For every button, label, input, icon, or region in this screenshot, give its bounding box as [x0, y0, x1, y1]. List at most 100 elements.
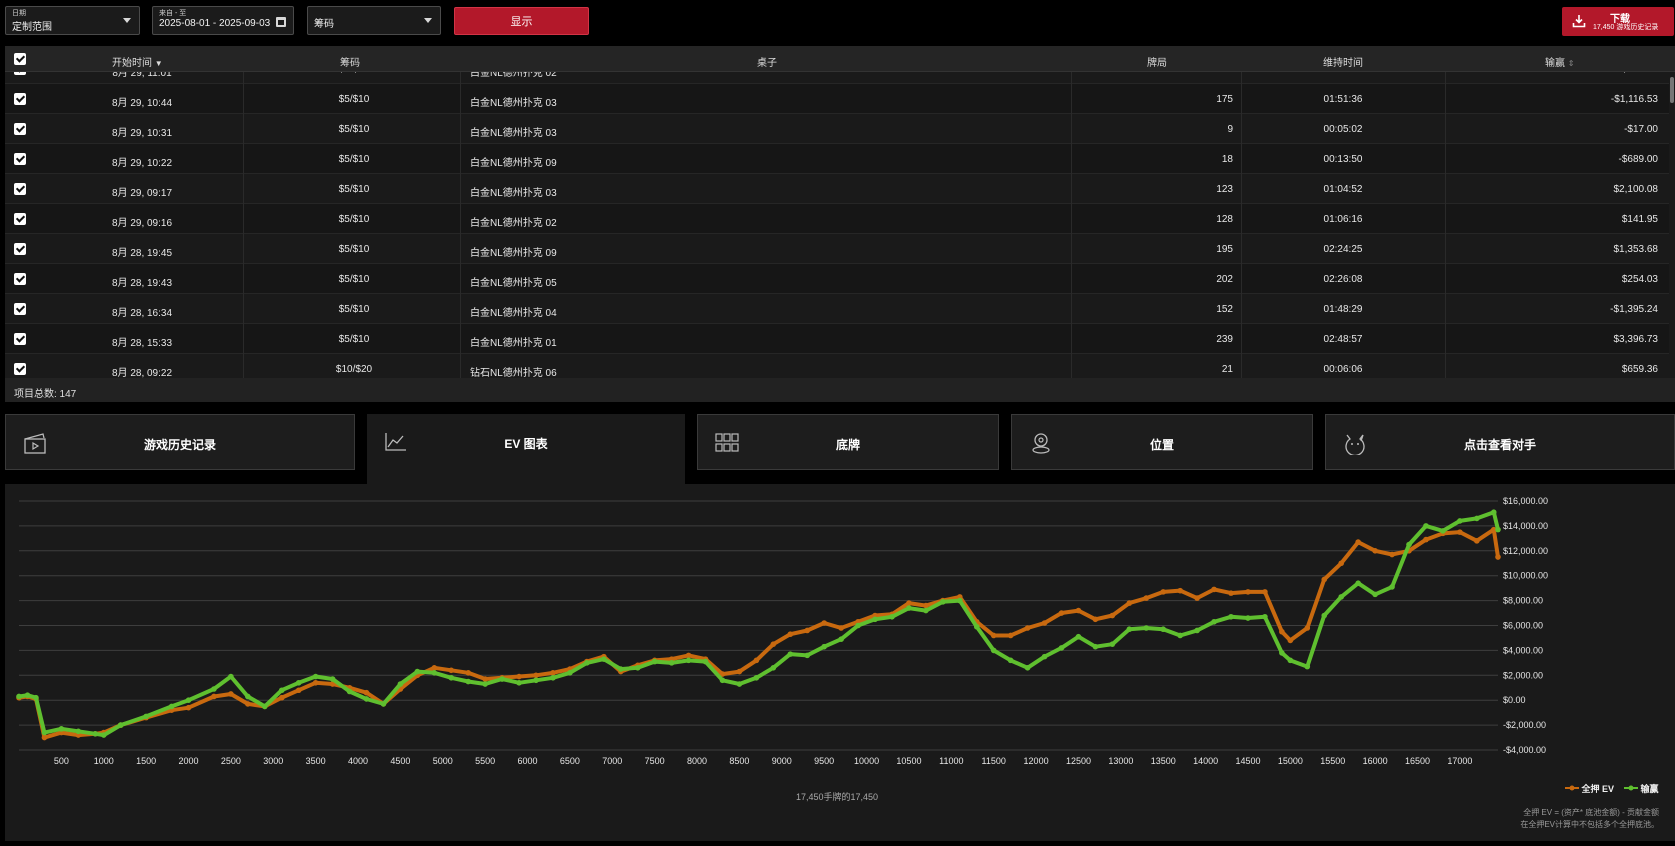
data-point-winnings	[753, 674, 760, 681]
row-checkbox[interactable]	[14, 72, 26, 75]
data-point-winnings	[1338, 594, 1345, 600]
column-divider	[1445, 144, 1446, 174]
header-start-time[interactable]: 开始时间 ▼	[112, 54, 163, 69]
data-point-winnings	[584, 660, 590, 666]
cell-stakes: $5/$10	[338, 94, 370, 105]
column-divider	[1445, 264, 1446, 294]
cell-stakes: $5/$10	[338, 244, 370, 255]
table-scrollbar[interactable]	[1669, 72, 1675, 378]
row-checkbox[interactable]	[14, 243, 26, 255]
data-point-winnings	[550, 674, 556, 681]
tab-label: 游戏历史记录	[143, 438, 216, 452]
data-point-winnings	[1109, 641, 1116, 647]
data-point-ev	[533, 672, 539, 679]
column-divider	[1071, 354, 1072, 378]
data-point-winnings	[838, 636, 844, 642]
header-result[interactable]: 输赢 ⇕	[1545, 54, 1574, 69]
data-point-ev	[1058, 610, 1065, 616]
column-divider	[1071, 174, 1072, 204]
cell-table: 白金NL德州扑克 09	[470, 158, 557, 169]
column-divider	[1241, 72, 1242, 84]
x-tick-label: 15500	[1320, 756, 1345, 766]
table-row[interactable]: 8月 29, 10:44 $5/$10 白金NL德州扑克 03 175 01:51:36…	[5, 84, 1669, 114]
stakes-select[interactable]: 筹码	[307, 6, 441, 35]
legend-ev[interactable]: 全押 EV	[1565, 782, 1614, 795]
row-checkbox[interactable]	[14, 93, 26, 105]
row-checkbox[interactable]	[14, 303, 26, 315]
tab-position[interactable]: 位置	[1011, 414, 1313, 470]
header-table[interactable]: 桌子	[757, 54, 777, 69]
table-row[interactable]: 8月 29, 11:01 $5/$10 白金NL德州扑克 02 48 00:29:12 $…	[5, 72, 1669, 84]
date-range-input[interactable]: 来自 - 至 2025-08-01 - 2025-09-03	[152, 6, 294, 35]
data-point-ev	[906, 600, 912, 606]
row-checkbox[interactable]	[14, 363, 26, 375]
legend-winnings[interactable]: 输赢	[1624, 782, 1659, 795]
table-row[interactable]: 8月 28, 15:33 $5/$10 白金NL德州扑克 01 239 02:48:57…	[5, 324, 1669, 354]
data-point-ev	[838, 625, 844, 631]
data-point-ev	[1262, 589, 1268, 595]
row-checkbox[interactable]	[14, 153, 26, 165]
data-point-winnings	[100, 732, 107, 738]
column-divider	[1071, 264, 1072, 294]
column-divider	[1071, 72, 1072, 84]
cell-result: $1,353.68	[1613, 244, 1659, 255]
tab-opponents[interactable]: 点击查看对手	[1325, 414, 1675, 470]
data-point-winnings	[1024, 665, 1031, 671]
cell-stakes: $5/$10	[339, 72, 370, 75]
data-point-ev	[1279, 628, 1285, 635]
row-checkbox[interactable]	[14, 273, 26, 285]
x-tick-label: 9500	[814, 756, 834, 766]
data-point-ev	[753, 657, 760, 664]
data-point-winnings	[1304, 663, 1311, 670]
calendar-icon[interactable]	[276, 17, 286, 27]
data-point-winnings	[1495, 526, 1501, 533]
y-tick-label: $10,000.00	[1503, 571, 1548, 581]
data-point-ev	[312, 679, 319, 686]
tab-ev-chart[interactable]: EV 图表	[367, 414, 685, 484]
row-checkbox[interactable]	[14, 123, 26, 135]
data-point-winnings	[906, 605, 912, 611]
x-tick-label: 6500	[560, 756, 580, 766]
row-checkbox[interactable]	[14, 213, 26, 225]
data-point-ev	[1024, 625, 1031, 631]
date-select[interactable]: 日期 定制范围	[5, 6, 140, 35]
x-tick-label: 500	[54, 756, 69, 766]
table-row[interactable]: 8月 28, 19:45 $5/$10 白金NL德州扑克 09 195 02:24:25…	[5, 234, 1669, 264]
data-point-winnings	[278, 687, 285, 694]
data-point-winnings	[1321, 612, 1328, 619]
header-stakes[interactable]: 筹码	[340, 54, 360, 69]
data-point-ev	[550, 670, 556, 676]
data-point-ev	[41, 734, 48, 741]
tab-label: 点击查看对手	[1463, 438, 1536, 452]
data-point-winnings	[872, 616, 878, 623]
data-point-winnings	[1440, 528, 1446, 534]
table-row[interactable]: 8月 29, 09:17 $5/$10 白金NL德州扑克 03 123 01:04:52…	[5, 174, 1669, 204]
cell-result: -$1,395.24	[1610, 304, 1658, 315]
download-button[interactable]: 下载 17,450 游戏历史记录	[1562, 7, 1674, 36]
scrollbar-thumb[interactable]	[1670, 77, 1674, 103]
x-tick-label: 4000	[348, 756, 368, 766]
header-duration[interactable]: 维持时间	[1323, 54, 1363, 69]
table-row[interactable]: 8月 29, 10:22 $5/$10 白金NL德州扑克 09 18 00:13:50 -…	[5, 144, 1669, 174]
select-all-checkbox[interactable]	[14, 53, 26, 65]
data-point-winnings	[380, 701, 387, 707]
header-hands[interactable]: 牌局	[1147, 54, 1167, 69]
data-point-ev	[1177, 587, 1183, 594]
table-row[interactable]: 8月 29, 10:31 $5/$10 白金NL德州扑克 03 9 00:05:02 -$…	[5, 114, 1669, 144]
cell-hands: 21	[1221, 364, 1233, 375]
table-row[interactable]: 8月 29, 09:16 $5/$10 白金NL德州扑克 02 128 01:06:16…	[5, 204, 1669, 234]
table-row[interactable]: 8月 28, 19:43 $5/$10 白金NL德州扑克 05 202 02:26:08…	[5, 264, 1669, 294]
row-checkbox[interactable]	[14, 333, 26, 345]
column-divider	[243, 84, 244, 114]
column-divider	[1071, 84, 1072, 114]
column-divider	[460, 84, 461, 114]
show-button[interactable]: 显示	[454, 7, 589, 35]
row-checkbox[interactable]	[14, 183, 26, 195]
data-point-winnings	[702, 658, 709, 665]
table-row[interactable]: 8月 28, 16:34 $5/$10 白金NL德州扑克 04 152 01:48:29…	[5, 294, 1669, 324]
tab-game-history[interactable]: 游戏历史记录	[5, 414, 355, 470]
data-point-winnings	[92, 731, 99, 737]
tab-hole-cards[interactable]: 底牌	[697, 414, 999, 470]
table-row[interactable]: 8月 28, 09:22 $10/$20 钻石NL德州扑克 06 21 00:06:06…	[5, 354, 1669, 378]
cell-start: 8月 29, 10:31	[111, 128, 173, 139]
